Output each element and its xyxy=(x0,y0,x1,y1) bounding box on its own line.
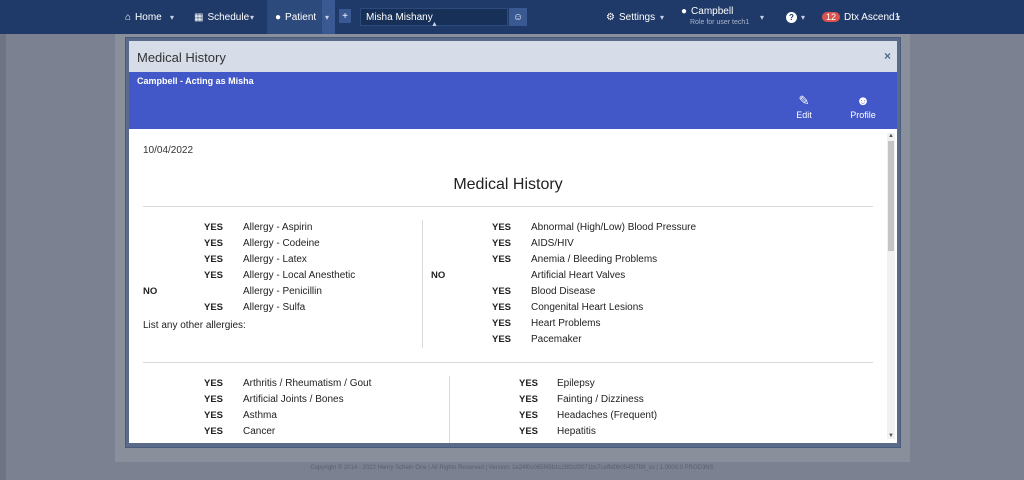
answer-value: YES xyxy=(492,238,512,249)
history-date: 10/04/2022 xyxy=(143,145,194,156)
search-collapse-icon[interactable]: ▲ xyxy=(431,14,438,34)
answer-value: YES xyxy=(519,378,539,389)
pencil-icon: ✎ xyxy=(798,93,810,108)
profile-label: Profile xyxy=(850,110,876,120)
edit-label: Edit xyxy=(796,110,812,120)
user-circle-icon: ☻ xyxy=(856,93,870,108)
person-icon: ● xyxy=(275,11,282,23)
notification-badge: 12 xyxy=(822,12,841,22)
divider xyxy=(143,362,873,363)
history-row: YES Blood Disease xyxy=(129,286,869,300)
history-row: YES Anemia / Bleeding Problems xyxy=(129,254,869,268)
nav-account[interactable]: 12 Dtx Ascend1 xyxy=(822,0,900,34)
answer-value: YES xyxy=(519,410,539,421)
location-dropdown-icon[interactable]: ▾ xyxy=(760,0,764,34)
nav-schedule-label: Schedule xyxy=(207,11,250,23)
schedule-dropdown-icon[interactable]: ▾ xyxy=(250,0,254,34)
settings-dropdown-icon[interactable]: ▾ xyxy=(660,0,664,34)
condition-label: Blood Disease xyxy=(531,286,596,297)
nav-schedule[interactable]: ▦ Schedule xyxy=(194,0,249,34)
nav-settings-label: Settings xyxy=(618,11,656,23)
condition-label: Abnormal (High/Low) Blood Pressure xyxy=(531,222,697,233)
condition-label: Heart Problems xyxy=(531,318,601,329)
modal-title: Medical History xyxy=(137,50,226,65)
history-row: YES Fainting / Dizziness xyxy=(129,394,869,408)
home-dropdown-icon[interactable]: ▾ xyxy=(170,0,174,34)
divider xyxy=(143,206,873,207)
modal-title-bar: Medical History × xyxy=(129,41,897,72)
condition-label: Epilepsy xyxy=(557,378,595,389)
help-icon: ? xyxy=(786,11,797,23)
scrollbar[interactable]: ▲ ▼ xyxy=(887,133,895,439)
person-search-icon: ☺ xyxy=(512,11,524,23)
history-row: YES Abnormal (High/Low) Blood Pressure xyxy=(129,222,869,236)
scroll-thumb[interactable] xyxy=(888,141,894,251)
scroll-down-icon[interactable]: ▼ xyxy=(887,433,895,439)
profile-button[interactable]: ☻ Profile xyxy=(843,93,883,121)
answer-value: YES xyxy=(492,302,512,313)
answer-value: YES xyxy=(492,286,512,297)
history-row: YES Congenital Heart Lesions xyxy=(129,302,869,316)
condition-label: AIDS/HIV xyxy=(531,238,574,249)
condition-label: Fainting / Dizziness xyxy=(557,394,644,405)
page-footer: Copyright © 2014 - 2022 Henry Schein One… xyxy=(310,465,714,471)
help-dropdown-icon[interactable]: ▾ xyxy=(801,0,805,34)
nav-settings[interactable]: ⚙ Settings xyxy=(606,0,655,34)
answer-value: NO xyxy=(431,270,446,281)
nav-help[interactable]: ? xyxy=(786,0,797,34)
history-row: YES Hepatitis xyxy=(129,426,869,440)
nav-patient[interactable]: ● Patient xyxy=(275,0,316,34)
nav-home-label: Home xyxy=(135,11,162,23)
calendar-icon: ▦ xyxy=(194,11,204,23)
other-allergies-label: List any other allergies: xyxy=(143,320,246,331)
nav-location-label: Campbell xyxy=(691,5,734,17)
top-navbar: ⌂ Home ▾ ▦ Schedule ▾ ● Patient ▾ + ☺ ▲ … xyxy=(0,0,1024,34)
scroll-up-icon[interactable]: ▲ xyxy=(887,133,895,139)
home-icon: ⌂ xyxy=(125,11,132,23)
condition-label: Hepatitis xyxy=(557,426,596,437)
condition-label: Artificial Heart Valves xyxy=(531,270,626,281)
close-icon[interactable]: × xyxy=(884,49,891,63)
patient-dropdown-icon[interactable]: ▾ xyxy=(325,0,329,34)
nav-account-label: Dtx Ascend1 xyxy=(844,11,901,23)
add-patient-button[interactable]: + xyxy=(339,9,351,23)
patient-search-button[interactable]: ☺ xyxy=(509,8,527,26)
condition-label: Anemia / Bleeding Problems xyxy=(531,254,658,265)
answer-value: YES xyxy=(492,334,512,345)
condition-label: Pacemaker xyxy=(531,334,582,345)
nav-patient-label: Patient xyxy=(285,11,317,23)
answer-value: YES xyxy=(492,254,512,265)
condition-label: Headaches (Frequent) xyxy=(557,410,658,421)
medical-history-modal: Medical History × Campbell - Acting as M… xyxy=(125,37,901,448)
nav-home[interactable]: ⌂ Home xyxy=(125,0,162,34)
document-title: Medical History xyxy=(453,176,563,193)
answer-value: YES xyxy=(492,222,512,233)
history-row: YES Headaches (Frequent) xyxy=(129,410,869,424)
answer-value: YES xyxy=(519,426,539,437)
answer-value: YES xyxy=(519,394,539,405)
answer-value: YES xyxy=(492,318,512,329)
account-dropdown-icon[interactable]: ▾ xyxy=(896,0,900,34)
gear-icon: ⚙ xyxy=(606,11,615,23)
acting-as-label: Campbell - Acting as Misha xyxy=(137,76,254,86)
history-row: NO Artificial Heart Valves xyxy=(129,270,869,284)
condition-label: Congenital Heart Lesions xyxy=(531,302,644,313)
history-row: YES AIDS/HIV xyxy=(129,238,869,252)
history-row: YES Epilepsy xyxy=(129,378,869,392)
nav-location-role: Role for user tech1 xyxy=(690,19,750,26)
modal-body: 10/04/2022 Medical History YES Allergy - … xyxy=(129,129,897,443)
map-marker-icon: ● xyxy=(681,5,688,17)
background-strip xyxy=(0,34,6,480)
history-row: YES Pacemaker xyxy=(129,334,869,348)
edit-button[interactable]: ✎ Edit xyxy=(784,93,824,121)
modal-banner: Campbell - Acting as Misha ✎ Edit ☻ Prof… xyxy=(129,72,897,129)
